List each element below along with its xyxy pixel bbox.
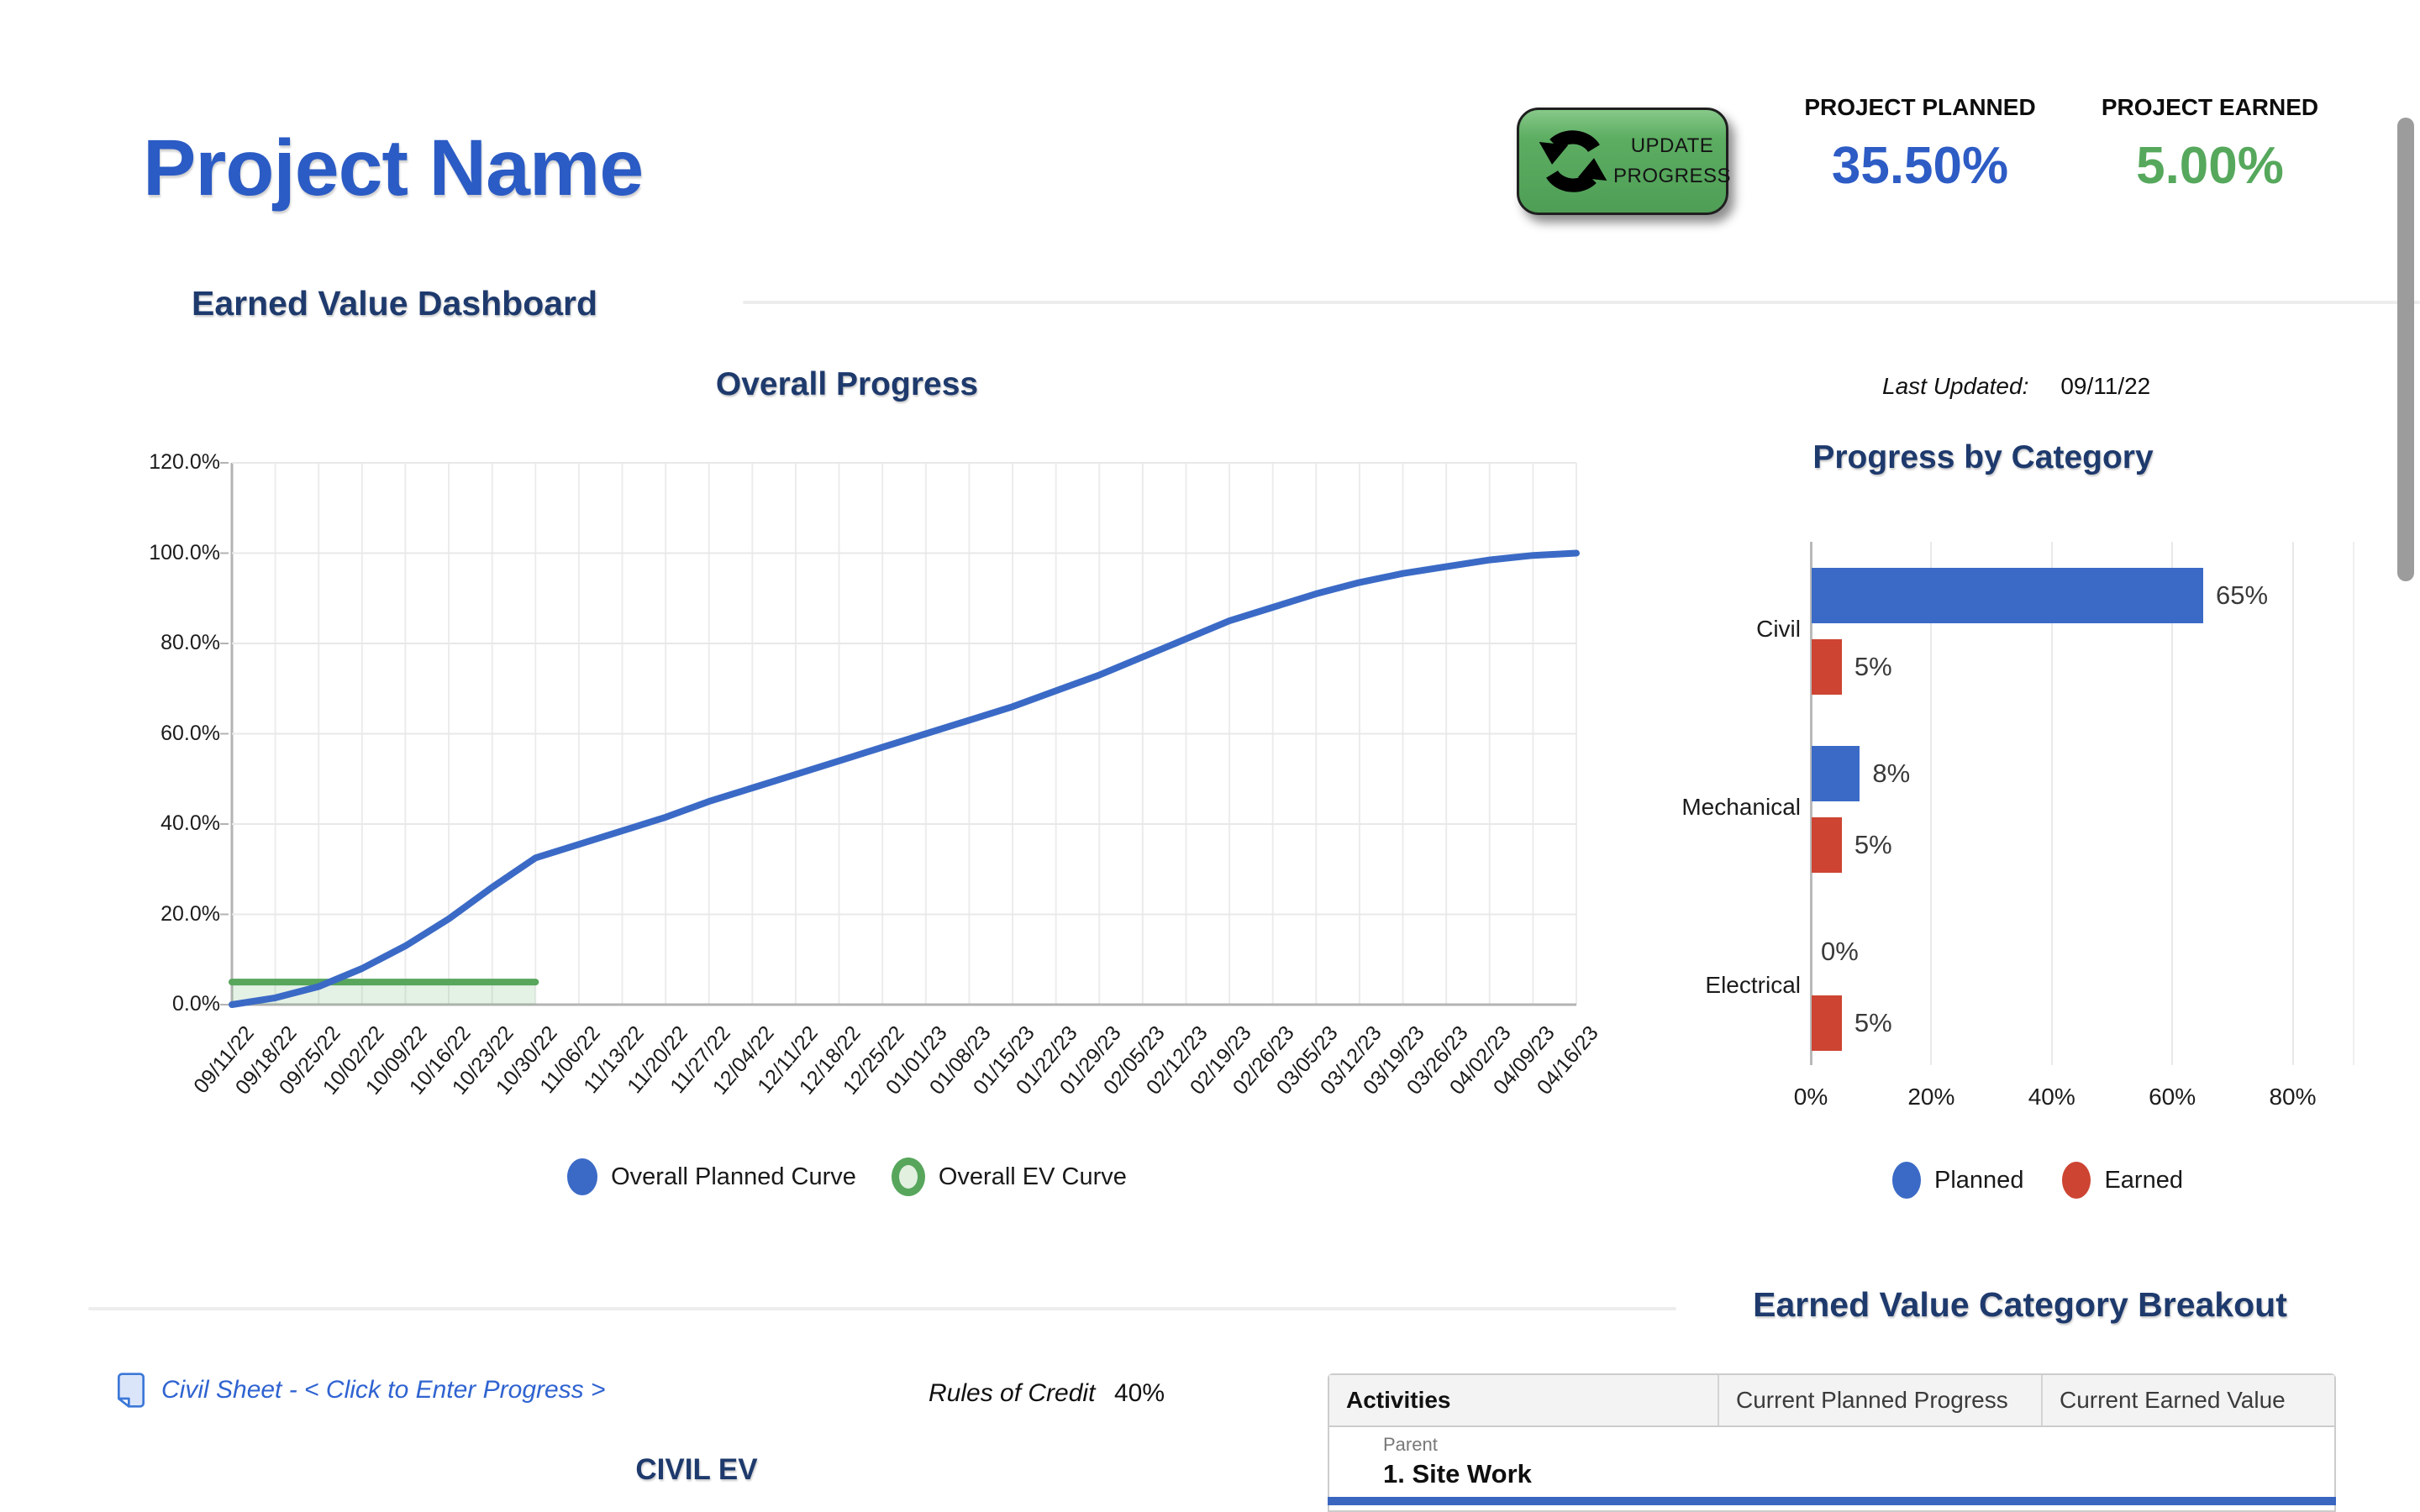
civil-ev-title: CIVIL EV [445, 1453, 949, 1487]
vertical-scrollbar-thumb[interactable] [2397, 118, 2414, 581]
earned-value-dashboard-page: Project Name UPDATE PROGRESS PROJECT PLA… [0, 0, 2420, 1512]
bar-chart-title: Progress by Category [1723, 439, 2244, 476]
overall-progress-chart[interactable]: Overall Progress Overall Planned Curve O… [143, 361, 1647, 1235]
planned-bar [1812, 568, 2203, 623]
y-axis-tick-label: 100.0% [143, 541, 220, 565]
y-axis-tick-label: 0.0% [143, 992, 220, 1016]
legend-item-planned: Planned [1892, 1162, 2023, 1199]
breakout-title: Earned Value Category Breakout [1684, 1285, 2356, 1325]
table-row[interactable]: Parent 1. Site Work [1329, 1427, 2334, 1504]
y-axis-tick-label: 60.0% [143, 722, 220, 746]
progress-by-category-chart[interactable]: Progress by Category Planned Earned 0% 20… [1723, 433, 2403, 1218]
project-planned-value: 35.50% [1769, 136, 2071, 196]
bar-category-label: Mechanical [1565, 794, 1801, 821]
civil-sheet-link-text[interactable]: Civil Sheet - < Click to Enter Progress … [161, 1376, 606, 1404]
y-axis-tick-label: 20.0% [143, 902, 220, 927]
legend-item-planned-curve: Overall Planned Curve [567, 1158, 856, 1195]
line-chart-title: Overall Progress [175, 366, 1519, 403]
earned-bar [1812, 817, 1842, 873]
civil-sheet-link[interactable]: Civil Sheet - < Click to Enter Progress … [118, 1373, 606, 1408]
breakout-table-header: Activities Current Planned Progress Curr… [1329, 1375, 2334, 1427]
row-selection-bar [1328, 1497, 2336, 1505]
bar-value-label: 8% [1872, 746, 1910, 801]
column-header-activities: Activities [1329, 1375, 1719, 1425]
bar-value-label: 5% [1854, 817, 1892, 873]
page-title: Project Name [143, 123, 643, 214]
project-earned-value: 5.00% [2059, 136, 2361, 196]
column-header-earned-value: Current Earned Value [2043, 1375, 2334, 1425]
section-title: Earned Value Dashboard [192, 284, 597, 323]
column-header-planned-progress: Current Planned Progress [1719, 1375, 2043, 1425]
last-updated-label: Last Updated: [1882, 373, 2028, 399]
x-axis-tick-label: 40% [2002, 1084, 2102, 1110]
x-axis-tick-label: 60% [2122, 1084, 2223, 1110]
sync-arrows-icon [1533, 121, 1613, 202]
project-planned-kpi: PROJECT PLANNED 35.50% [1769, 94, 2071, 196]
document-icon [118, 1373, 145, 1408]
bar-gridline [2292, 542, 2294, 1065]
line-chart-canvas [232, 463, 1576, 1005]
row-activity-name: 1. Site Work [1383, 1459, 1532, 1489]
update-label-line2: PROGRESS [1613, 161, 1731, 192]
bar-category-label: Civil [1565, 616, 1801, 643]
rules-of-credit-value: 40% [1114, 1379, 1165, 1408]
rules-of-credit-label: Rules of Credit [929, 1379, 1095, 1408]
bar-value-label: 5% [1854, 995, 1892, 1051]
last-updated: Last Updated: 09/11/22 [1882, 373, 2150, 400]
earned-marker-icon [2062, 1162, 2091, 1199]
planned-curve-line [232, 554, 1576, 1005]
ev-curve-area [232, 982, 535, 1005]
project-earned-label: PROJECT EARNED [2059, 94, 2361, 121]
last-updated-value: 09/11/22 [2060, 373, 2150, 399]
bar-gridline [2353, 542, 2354, 1065]
planned-legend-label: Planned [1934, 1167, 2023, 1194]
project-earned-kpi: PROJECT EARNED 5.00% [2059, 94, 2361, 196]
y-axis-tick-label: 120.0% [143, 450, 220, 475]
y-axis-tick-label: 40.0% [143, 811, 220, 836]
breakout-table: Activities Current Planned Progress Curr… [1328, 1373, 2336, 1512]
planned-bar [1812, 746, 1860, 801]
bar-value-label: 0% [1821, 924, 1859, 979]
x-axis-tick-label: 80% [2243, 1084, 2344, 1110]
legend-item-ev-curve: Overall EV Curve [892, 1158, 1127, 1196]
bar-chart-legend: Planned Earned [1786, 1162, 2290, 1199]
y-axis-tick-label: 80.0% [143, 631, 220, 655]
planned-curve-legend-label: Overall Planned Curve [611, 1163, 856, 1191]
bar-value-label: 5% [1854, 639, 1892, 695]
legend-item-earned: Earned [2062, 1162, 2183, 1199]
earned-legend-label: Earned [2104, 1167, 2183, 1194]
bar-category-label: Electrical [1565, 972, 1801, 999]
top-divider [743, 301, 2420, 304]
planned-marker-icon [1892, 1162, 1921, 1199]
planned-curve-marker-icon [567, 1158, 597, 1195]
earned-bar [1812, 639, 1842, 695]
update-progress-label: UPDATE PROGRESS [1613, 131, 1731, 192]
project-planned-label: PROJECT PLANNED [1769, 94, 2071, 121]
x-axis-tick-label: 0% [1760, 1084, 1861, 1110]
earned-bar [1812, 995, 1842, 1051]
ev-curve-marker-icon [892, 1158, 925, 1196]
update-label-line1: UPDATE [1613, 131, 1731, 161]
row-parent-tag: Parent [1383, 1434, 1438, 1456]
bottom-divider [88, 1307, 1676, 1310]
line-chart-legend: Overall Planned Curve Overall EV Curve [175, 1158, 1519, 1196]
ev-curve-legend-label: Overall EV Curve [939, 1163, 1127, 1191]
x-axis-tick-label: 20% [1881, 1084, 1981, 1110]
bar-value-label: 65% [2216, 568, 2268, 623]
update-progress-button[interactable]: UPDATE PROGRESS [1517, 108, 1728, 215]
